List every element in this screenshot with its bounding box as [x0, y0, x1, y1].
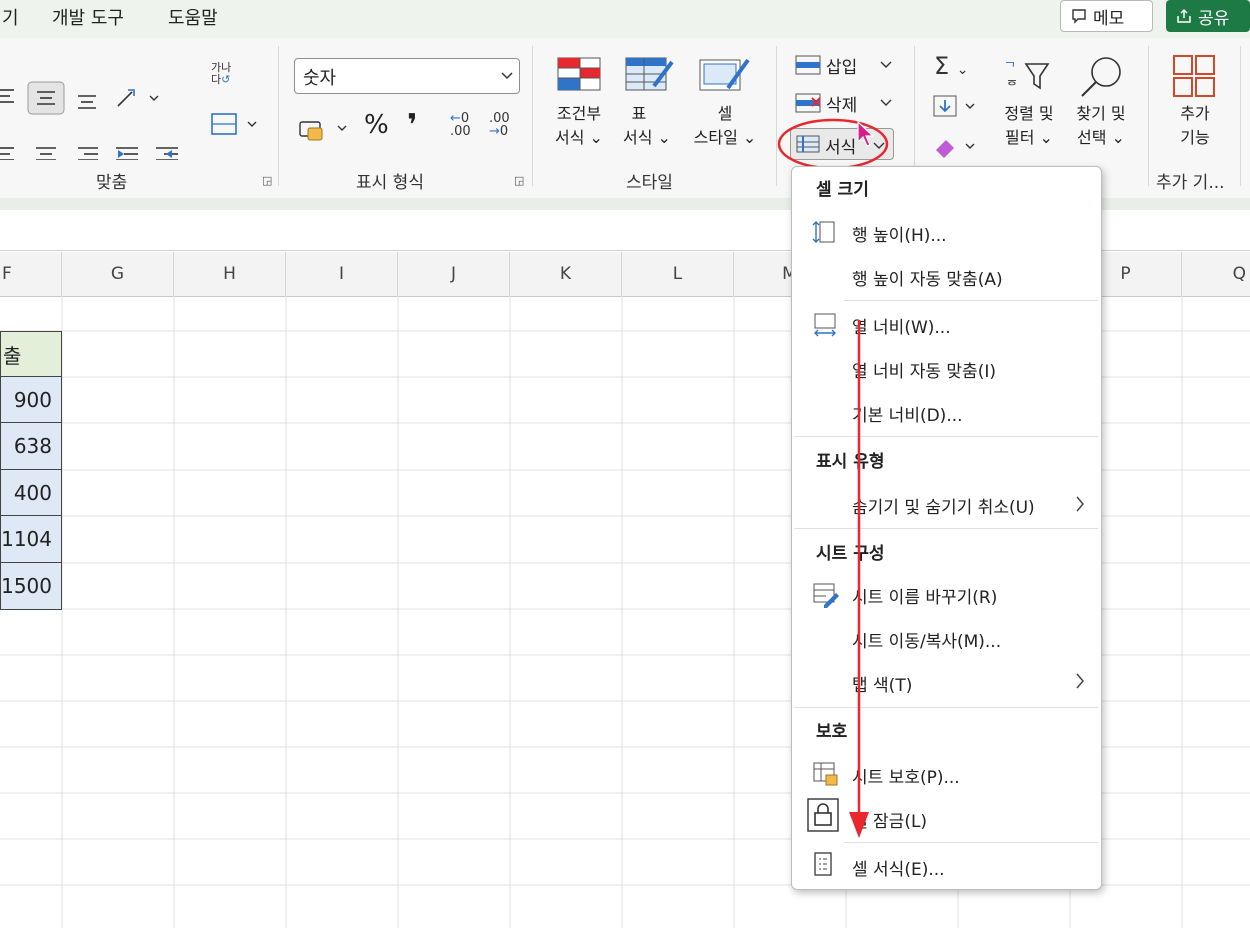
- menu-item-autofit-row[interactable]: 행 높이 자동 맞춤(A): [852, 265, 1003, 290]
- tab-partial[interactable]: 기: [2, 4, 19, 30]
- number-format-dropdown[interactable]: 숫자: [294, 58, 520, 94]
- menu-section-title: 보호: [816, 722, 848, 742]
- annotation-arrow: [849, 320, 869, 838]
- conditional-label-2: 서식 ⌄: [555, 128, 603, 147]
- increase-decimal-icon[interactable]: ←0.00: [450, 112, 471, 138]
- find-select-button[interactable]: 찾기 및 선택 ⌄: [1066, 54, 1136, 162]
- svg-text:ᅙ: ᅙ: [1006, 79, 1018, 94]
- group-label-alignment: 맞춤: [96, 173, 128, 193]
- format-dropdown-menu: 셀 크기 행 높이(H)... 행 높이 자동 맞춤(A) 열 너비(W)...…: [791, 166, 1102, 890]
- conditional-label-1: 조건부: [556, 104, 602, 123]
- column-header[interactable]: I: [286, 252, 398, 296]
- column-header[interactable]: L: [622, 252, 734, 296]
- share-icon: [1177, 8, 1191, 23]
- menu-section-title: 셀 크기: [816, 180, 869, 200]
- chevron-down-icon: [880, 99, 892, 106]
- menu-item-format-cells[interactable]: 셀 서식(E)...: [852, 855, 945, 880]
- percent-style-icon[interactable]: %: [364, 110, 389, 140]
- format-as-table-icon: [625, 57, 674, 91]
- share-label: 공유: [1198, 8, 1230, 29]
- mouse-cursor-icon: [857, 120, 875, 147]
- group-label-number-format: 표시 형식: [356, 173, 424, 193]
- comment-icon: [1072, 9, 1086, 24]
- chevron-down-icon: [501, 72, 513, 80]
- table-cell[interactable]: 400: [0, 470, 62, 516]
- menu-item-hide-unhide[interactable]: 숨기기 및 숨기기 취소(U): [852, 493, 1035, 518]
- addins-icon: [1173, 55, 1215, 97]
- tab-developer[interactable]: 개발 도구: [52, 4, 124, 30]
- sort-label-1: 정렬 및: [1004, 104, 1054, 123]
- lock-cell-icon: [807, 798, 839, 832]
- row-height-icon: [812, 221, 835, 243]
- format-as-table-button[interactable]: 표 서식 ⌄: [614, 54, 680, 162]
- number-format-value: 숫자: [303, 68, 337, 89]
- column-header[interactable]: G: [62, 252, 174, 296]
- column-header[interactable]: H: [174, 252, 286, 296]
- delete-cells-icon: [795, 93, 821, 113]
- tab-help[interactable]: 도움말: [168, 4, 218, 30]
- cell-styles-label-2: 스타일 ⌄: [693, 128, 757, 147]
- addins-label-2: 기능: [1180, 128, 1210, 147]
- table-header-cell[interactable]: 출: [0, 331, 62, 377]
- sort-filter-icon: ᄀᅙ: [1004, 61, 1050, 94]
- cell-styles-icon: [699, 58, 750, 91]
- find-label-1: 찾기 및: [1076, 104, 1126, 123]
- dialog-launcher-icon[interactable]: ◲: [514, 174, 524, 187]
- ribbon-tab-bar: 기 개발 도구 도움말 메모 공유: [0, 0, 1250, 38]
- column-header[interactable]: F: [0, 252, 62, 296]
- table-cell[interactable]: 1500: [0, 563, 62, 610]
- column-width-icon: [814, 313, 836, 337]
- search-icon: [1081, 57, 1121, 97]
- addins-button[interactable]: 추가 기능: [1160, 52, 1230, 160]
- clear-icon[interactable]: [932, 134, 982, 160]
- accounting-format-icon[interactable]: [298, 116, 354, 142]
- rename-sheet-icon: [813, 583, 839, 608]
- table-label-2: 서식 ⌄: [623, 128, 671, 147]
- decrease-decimal-icon[interactable]: .00 →0: [489, 112, 510, 138]
- conditional-formatting-button[interactable]: 조건부 서식 ⌄: [546, 54, 612, 162]
- protect-sheet-icon: [813, 762, 838, 786]
- column-header[interactable]: Q: [1182, 252, 1250, 296]
- menu-item-row-height[interactable]: 행 높이(H)...: [852, 221, 947, 246]
- column-header[interactable]: K: [510, 252, 622, 296]
- memo-label: 메모: [1093, 8, 1125, 29]
- hangul-conversion-icon[interactable]: 가나 다↺: [211, 62, 231, 86]
- addins-label-1: 추가: [1180, 104, 1210, 123]
- column-header[interactable]: J: [398, 252, 510, 296]
- memo-button[interactable]: 메모: [1060, 0, 1153, 32]
- group-label-styles: 스타일: [626, 173, 673, 193]
- comma-style-icon[interactable]: ❜: [407, 108, 417, 143]
- insert-label: 삽입: [826, 58, 858, 78]
- cell-styles-label-1: 셀: [717, 104, 733, 123]
- dialog-launcher-icon[interactable]: ◲: [262, 174, 272, 187]
- chevron-down-icon: [880, 61, 892, 68]
- svg-text:ᄀ: ᄀ: [1004, 61, 1016, 76]
- autosum-icon[interactable]: Σ ⌄: [934, 52, 969, 80]
- alignment-icons: [0, 81, 178, 160]
- table-cell[interactable]: 638: [0, 423, 62, 470]
- chevron-right-icon: [1076, 673, 1084, 689]
- chevron-right-icon: [1076, 496, 1084, 512]
- table-cell[interactable]: 900: [0, 377, 62, 423]
- cell-styles-button[interactable]: 셀 스타일 ⌄: [684, 54, 766, 162]
- merge-cells-icon[interactable]: [210, 112, 260, 138]
- share-button[interactable]: 공유: [1166, 0, 1250, 32]
- conditional-formatting-icon: [557, 57, 601, 91]
- table-cell[interactable]: 1104: [0, 516, 62, 563]
- sort-label-2: 필터 ⌄: [1005, 128, 1053, 147]
- sort-filter-button[interactable]: ᄀᅙ 정렬 및 필터 ⌄: [994, 54, 1060, 162]
- delete-label: 삭제: [826, 96, 858, 116]
- insert-button[interactable]: 삽입: [792, 52, 902, 80]
- find-label-2: 선택 ⌄: [1077, 128, 1125, 147]
- fill-icon[interactable]: [932, 94, 982, 120]
- table-label-1: 표: [631, 104, 647, 123]
- format-cells-icon: [814, 852, 832, 876]
- group-label-addins: 추가 기...: [1156, 173, 1225, 193]
- insert-cells-icon: [795, 55, 821, 75]
